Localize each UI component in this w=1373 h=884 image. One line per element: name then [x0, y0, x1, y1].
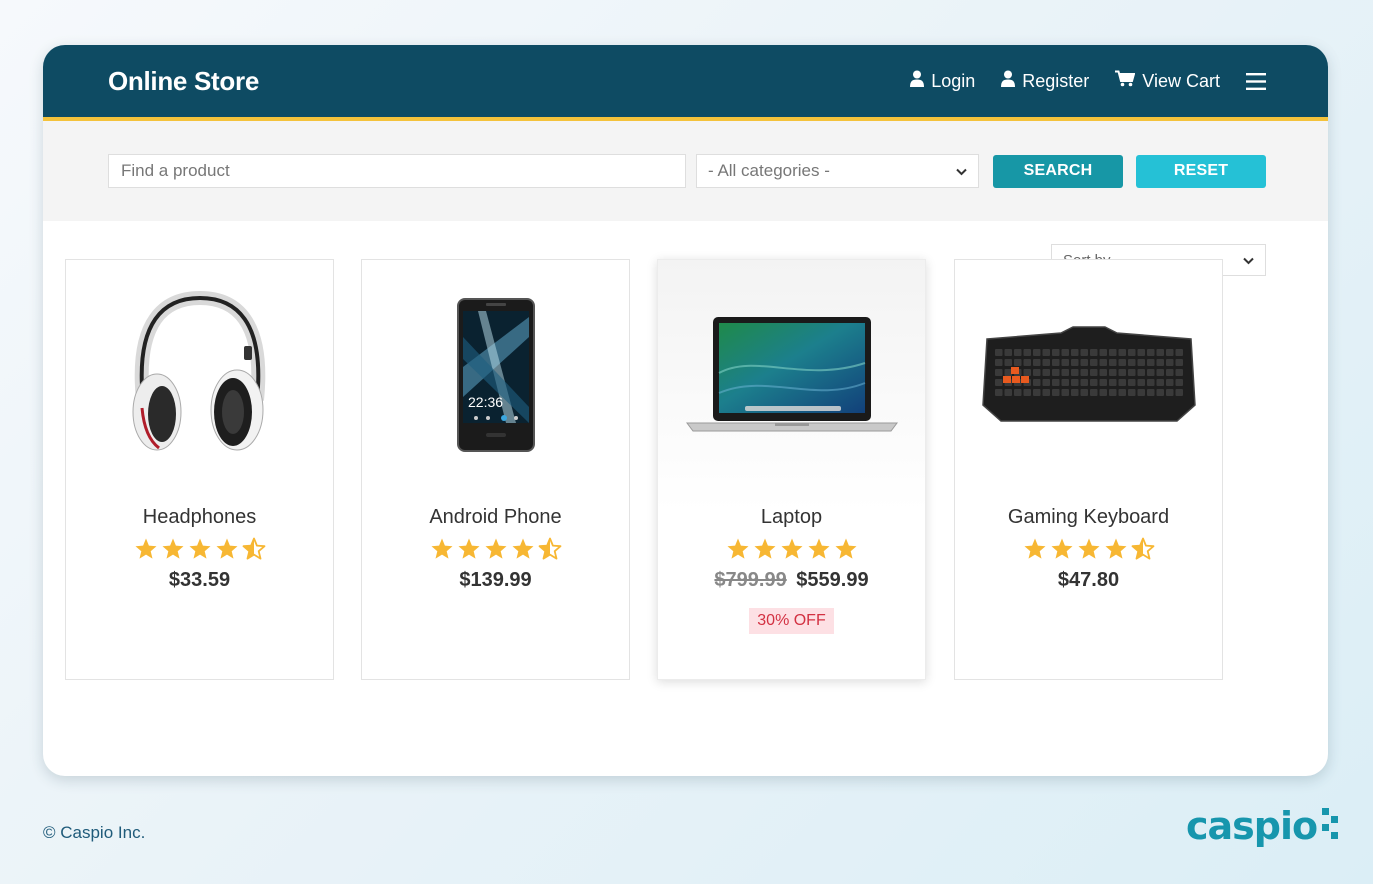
product-grid: Headphones $33.59 22:36 Android Phone $1… [65, 259, 1223, 680]
original-price: $799.99 [714, 569, 787, 591]
phone-time: 22:36 [468, 394, 503, 410]
product-name: Laptop [760, 506, 823, 528]
copyright-text: © Caspio Inc. [43, 823, 146, 842]
chevron-down-icon [956, 161, 967, 181]
sale-price: $559.99 [796, 569, 869, 591]
keyboard-image [955, 260, 1222, 490]
star-half-icon [538, 537, 561, 560]
star-full-icon [1078, 538, 1099, 559]
view-cart-label: View Cart [1142, 70, 1220, 91]
rating-stars [658, 537, 925, 561]
product-card-gaming-keyboard[interactable]: Gaming Keyboard $47.80 [954, 259, 1223, 680]
search-button[interactable]: SEARCH [993, 154, 1123, 188]
rating-stars [362, 537, 629, 561]
register-label: Register [1022, 70, 1090, 91]
category-select[interactable]: - All categories - [696, 154, 979, 188]
cart-icon [1115, 70, 1142, 92]
star-full-icon [135, 538, 156, 559]
price: $33.59 [168, 569, 231, 591]
register-link[interactable]: Register [1001, 70, 1089, 93]
star-full-icon [458, 538, 479, 559]
product-name: Gaming Keyboard [1007, 506, 1170, 528]
price-row: $47.80 [955, 569, 1222, 592]
star-full-icon [1051, 538, 1072, 559]
category-select-value: - All categories - [708, 161, 830, 180]
price-row: $33.59 [66, 569, 333, 592]
star-full-icon [1105, 538, 1126, 559]
rating-stars [66, 537, 333, 561]
product-name: Headphones [142, 506, 257, 528]
user-icon [910, 70, 931, 93]
star-full-icon [162, 538, 183, 559]
user-icon [1001, 70, 1022, 93]
login-label: Login [931, 70, 976, 91]
header: Online Store Login Register View Cart [43, 45, 1328, 121]
star-full-icon [512, 538, 533, 559]
smartphone-image: 22:36 [362, 260, 629, 490]
price-row: $799.99 $559.99 [658, 569, 925, 592]
view-cart-link[interactable]: View Cart [1115, 70, 1220, 92]
star-half-icon [242, 537, 265, 560]
product-search-input[interactable] [108, 154, 686, 188]
star-full-icon [485, 538, 506, 559]
price: $47.80 [1057, 569, 1120, 591]
search-bar: - All categories - SEARCH RESET [43, 121, 1328, 221]
star-full-icon [1024, 538, 1045, 559]
product-card-android-phone[interactable]: 22:36 Android Phone $139.99 [361, 259, 630, 680]
star-full-icon [727, 538, 748, 559]
price: $139.99 [459, 569, 532, 591]
star-full-icon [808, 538, 829, 559]
caspio-logo[interactable]: caspio [1186, 804, 1340, 848]
product-card-headphones[interactable]: Headphones $33.59 [65, 259, 334, 680]
price-row: $139.99 [362, 569, 629, 592]
login-link[interactable]: Login [910, 70, 975, 93]
star-full-icon [431, 538, 452, 559]
rating-stars [955, 537, 1222, 561]
product-name: Android Phone [429, 506, 562, 528]
star-full-icon [781, 538, 802, 559]
laptop-image [658, 260, 925, 490]
caspio-logo-text: caspio [1186, 804, 1318, 848]
star-full-icon [216, 538, 237, 559]
caspio-dots-icon [1320, 806, 1340, 847]
product-card-laptop[interactable]: Laptop $799.99 $559.99 30% OFF [657, 259, 926, 680]
star-half-icon [1131, 537, 1154, 560]
chevron-down-icon [1243, 252, 1254, 269]
reset-button[interactable]: RESET [1136, 154, 1266, 188]
headphones-image [66, 260, 333, 490]
star-full-icon [835, 538, 856, 559]
nav: Login Register View Cart [884, 70, 1266, 93]
hamburger-icon[interactable] [1246, 72, 1266, 90]
discount-badge: 30% OFF [749, 608, 834, 634]
brand-title[interactable]: Online Store [108, 66, 259, 97]
star-full-icon [754, 538, 775, 559]
star-full-icon [189, 538, 210, 559]
